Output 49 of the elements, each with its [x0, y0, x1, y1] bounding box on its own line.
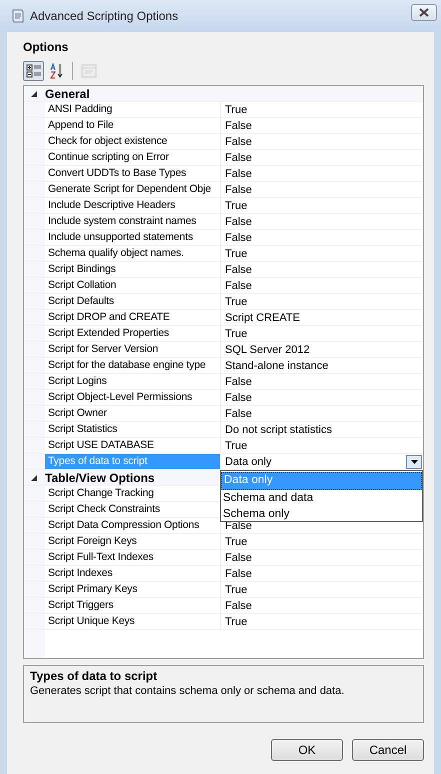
property-value: False — [225, 168, 253, 180]
property-value: False — [225, 152, 253, 164]
dropdown-option[interactable]: Schema and data — [221, 490, 422, 506]
property-value: True — [225, 584, 248, 596]
property-pages-icon — [80, 63, 96, 79]
property-value: False — [225, 280, 253, 292]
cancel-button[interactable]: Cancel — [352, 739, 424, 761]
category-header: Table/View Options — [45, 470, 155, 484]
ok-button[interactable]: OK — [271, 739, 343, 761]
categorized-button[interactable] — [23, 61, 44, 81]
close-button[interactable] — [411, 4, 437, 20]
property-value: False — [225, 120, 253, 132]
property-value: False — [225, 184, 253, 196]
section-title: Options — [23, 40, 70, 56]
property-name[interactable]: Append to File — [45, 118, 221, 133]
dropdown-button[interactable] — [406, 454, 422, 468]
close-icon — [419, 8, 429, 16]
property-value: Do not script statistics — [225, 424, 333, 436]
categorized-icon — [26, 63, 42, 79]
property-value: False — [225, 136, 253, 148]
property-value: True — [225, 440, 248, 452]
description-text: Generates script that contains schema only or schema and data. — [30, 685, 346, 697]
property-value: False — [225, 376, 253, 388]
property-value: True — [225, 328, 248, 340]
property-value: Script CREATE — [225, 312, 301, 324]
sort-az-icon — [48, 63, 64, 79]
property-value: True — [225, 248, 248, 260]
property-name[interactable]: ANSI Padding — [45, 102, 221, 117]
property-value: False — [225, 600, 253, 612]
property-value: Data only — [225, 456, 272, 468]
property-value: True — [225, 296, 248, 308]
property-value: False — [225, 232, 253, 244]
property-value: False — [225, 568, 253, 580]
property-value: False — [225, 408, 253, 420]
property-value: True — [225, 616, 248, 628]
property-value: True — [225, 536, 248, 548]
property-value: False — [225, 264, 253, 276]
property-value: True — [225, 104, 248, 116]
property-value: Stand-alone instance — [225, 360, 330, 372]
dropdown-option[interactable]: Schema only — [221, 506, 422, 522]
property-value: False — [225, 216, 253, 228]
property-value: SQL Server 2012 — [225, 344, 311, 356]
category-header: General — [45, 86, 90, 100]
property-value: False — [225, 392, 253, 404]
property-value: True — [225, 200, 248, 212]
property-value: False — [225, 552, 253, 564]
window-title: Advanced Scripting Options — [30, 9, 180, 23]
description-title: Types of data to script — [30, 669, 158, 683]
caret-icon — [410, 460, 418, 464]
